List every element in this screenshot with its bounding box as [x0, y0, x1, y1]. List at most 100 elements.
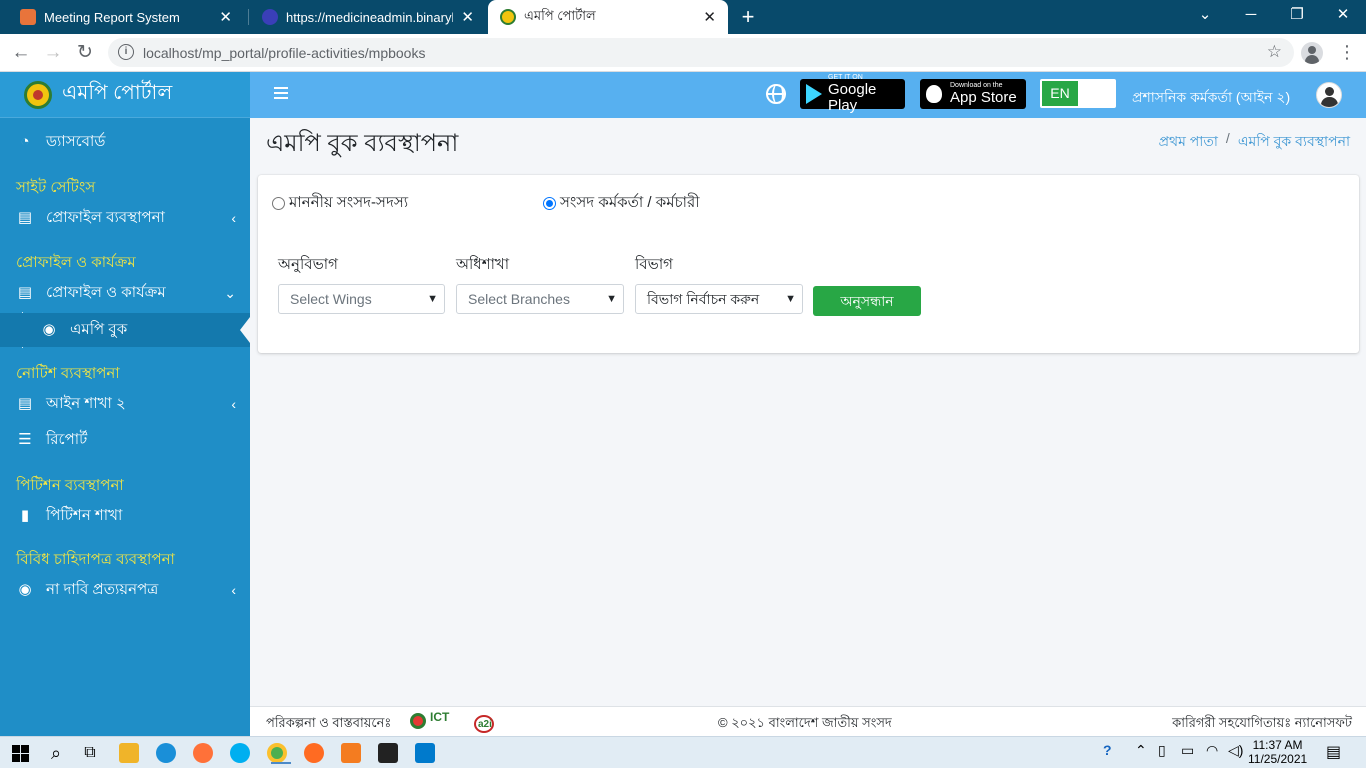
sidebar-heading-profile-activities: প্রোফাইল ও কার্যক্রম — [16, 254, 136, 271]
chevron-up-icon[interactable]: ⌃ — [1135, 742, 1147, 759]
device-icon[interactable]: ▯ — [1158, 742, 1166, 759]
search-icon[interactable]: ⌕ — [44, 741, 68, 765]
radio-option-staff[interactable]: সংসদ কর্মকর্তা / কর্মচারী — [543, 191, 700, 216]
sidebar-item-petition-branch[interactable]: ▮ পিটিশন শাখা — [0, 499, 250, 533]
browser-menu-icon[interactable]: ⋮ — [1338, 42, 1356, 64]
google-play-badge[interactable]: GET IT ON Google Play — [800, 74, 905, 114]
play-store-icon — [806, 84, 822, 104]
restore-button[interactable]: ❐ — [1274, 0, 1320, 34]
url-text[interactable]: localhost/mp_portal/profile-activities/m… — [143, 45, 425, 61]
tab-divider — [248, 9, 249, 25]
footer-tech-support: কারিগরী সহযোগিতায়ঃ ন্যানোসফট — [1172, 715, 1352, 730]
language-toggle[interactable]: EN — [1040, 79, 1116, 108]
tab-search-chevron-icon[interactable]: ⌄ — [1182, 0, 1228, 34]
url-omnibox[interactable]: i localhost/mp_portal/profile-activities… — [108, 38, 1294, 67]
dashboard-gauge-icon: ◔ — [20, 133, 30, 150]
help-icon[interactable]: ? — [1103, 742, 1112, 758]
sidebar-brand[interactable]: এমপি পোর্টাল — [0, 72, 250, 118]
parliament-logo-icon — [24, 80, 52, 109]
back-arrow-icon[interactable]: ← — [8, 40, 34, 66]
close-tab-icon[interactable]: ✕ — [703, 8, 716, 26]
sidebar-item-profile-management[interactable]: ▤ প্রোফাইল ব্যবস্থাপনা ‹ — [0, 201, 250, 235]
select-branches[interactable]: Select Branches ▼ — [456, 284, 624, 314]
sidebar-item-dashboard[interactable]: ◔ ড্যাসবোর্ড — [0, 125, 250, 159]
chevron-left-icon: ‹ — [231, 582, 236, 598]
sidebar-heading-site-settings: সাইট সেটিংস — [16, 179, 96, 196]
select-value: বিভাগ নির্বাচন করুন — [647, 291, 760, 307]
site-info-icon[interactable]: i — [118, 44, 134, 60]
firefox-icon[interactable] — [193, 743, 213, 763]
sidebar-item-label: প্রোফাইল ব্যবস্থাপনা — [46, 208, 165, 226]
file-explorer-icon[interactable] — [119, 743, 139, 763]
hamburger-menu-icon[interactable] — [274, 87, 288, 99]
user-avatar-icon[interactable] — [1316, 82, 1342, 108]
breadcrumb-separator: / — [1225, 130, 1230, 146]
sidebar-item-mp-book[interactable]: ◉ এমপি বুক — [0, 313, 250, 347]
reload-icon[interactable]: ↻ — [72, 40, 98, 66]
close-tab-icon[interactable]: ✕ — [219, 8, 232, 26]
select-wings[interactable]: Select Wings ▼ — [278, 284, 445, 314]
search-button[interactable]: অনুসন্ধান — [813, 286, 921, 316]
bookmark-star-icon[interactable]: ☆ — [1267, 42, 1282, 62]
chevron-down-icon: ▼ — [785, 293, 796, 305]
edge-browser-icon[interactable] — [156, 743, 176, 763]
app-store-badge[interactable]: Download on the App Store — [920, 79, 1026, 109]
select-value: Select Branches — [468, 291, 570, 307]
forward-arrow-icon[interactable]: → — [40, 40, 66, 66]
list-icon: ▤ — [17, 209, 33, 226]
terminal-icon[interactable] — [378, 743, 398, 763]
language-label: EN — [1042, 81, 1078, 106]
breadcrumb: প্রথম পাতা / এমপি বুক ব্যবস্থাপনা — [1159, 130, 1350, 154]
select-department[interactable]: বিভাগ নির্বাচন করুন ▼ — [635, 284, 803, 314]
clock-time: 11:37 AM — [1252, 738, 1303, 752]
sidebar-item-no-claim[interactable]: ◉ না দাবি প্রত্যয়নপত্র ‹ — [0, 573, 250, 607]
wifi-icon[interactable]: ◠ — [1206, 742, 1218, 759]
sidebar-item-profile-activities[interactable]: ▤ প্রোফাইল ও কার্যক্রম ⌄ — [0, 276, 250, 310]
close-window-button[interactable]: ✕ — [1320, 0, 1366, 34]
breadcrumb-home-link[interactable]: প্রথম পাতা — [1159, 130, 1218, 154]
sidebar-item-law-branch-2[interactable]: ▤ আইন শাখা ২ ‹ — [0, 387, 250, 421]
radio-button-selected[interactable] — [543, 197, 556, 210]
brand-name: এমপি পোর্টাল — [62, 82, 173, 104]
sidebar-item-report[interactable]: ☰ রিপোর্ট — [0, 423, 250, 457]
apple-icon — [926, 85, 942, 103]
notifications-icon[interactable]: ▤ — [1326, 742, 1341, 762]
browser-profile-icon[interactable] — [1301, 42, 1323, 64]
sidebar-heading-notice: নোটিশ ব্যবস্থাপনা — [16, 365, 120, 382]
mp-portal-favicon-icon — [500, 9, 516, 25]
minimize-button[interactable]: ─ — [1228, 0, 1274, 34]
radio-button[interactable] — [272, 197, 285, 210]
sidebar-item-label: আইন শাখা ২ — [46, 394, 126, 412]
task-view-icon[interactable]: ⧉ — [78, 741, 102, 765]
radio-option-mp[interactable]: মাননীয় সংসদ-সদস্য — [272, 191, 408, 216]
sidebar-item-label: পিটিশন শাখা — [46, 506, 123, 524]
radio-label: সংসদ কর্মকর্তা / কর্মচারী — [560, 194, 700, 211]
page-footer: পরিকল্পনা ও বাস্তবায়নেঃ ICT a2i © ২০২১ … — [250, 706, 1366, 736]
chrome-icon[interactable] — [267, 743, 291, 764]
windows-taskbar: ⌕ ⧉ ? ⌃ ▯ ▭ ◠ ◁) 11:37 AM 11/25/2021 ▤ — [0, 736, 1366, 768]
windows-start-icon[interactable] — [10, 741, 34, 765]
sidebar-heading-petition: পিটিশন ব্যবস্থাপনা — [16, 477, 124, 494]
user-name[interactable]: প্রশাসনিক কর্মকর্তা (আইন ২) — [1132, 86, 1290, 110]
list-icon: ▤ — [17, 284, 33, 301]
globe-icon[interactable] — [766, 84, 786, 104]
browser-tab-mp-portal[interactable]: এমপি পোর্টাল ✕ — [488, 0, 728, 34]
close-tab-icon[interactable]: ✕ — [461, 8, 474, 26]
browser-tab-medicine[interactable]: https://medicineadmin.binaryhub ✕ — [250, 0, 486, 34]
select-value: Select Wings — [290, 291, 372, 307]
new-tab-button[interactable]: + — [737, 4, 759, 30]
postman-icon[interactable] — [304, 743, 324, 763]
browser-tab-meeting[interactable]: Meeting Report System ✕ — [8, 0, 244, 34]
system-clock[interactable]: 11:37 AM 11/25/2021 — [1248, 738, 1307, 766]
label-department: বিভাগ — [635, 256, 673, 273]
xampp-icon[interactable] — [341, 743, 361, 763]
badge-big-text: Google Play — [828, 81, 877, 114]
battery-icon[interactable]: ▭ — [1181, 742, 1194, 759]
label-wing: অনুবিভাগ — [278, 256, 338, 273]
vscode-icon[interactable] — [415, 743, 435, 763]
ict-division-logo: ICT — [410, 710, 454, 732]
footer-copyright: © ২০২১ বাংলাদেশ জাতীয় সংসদ — [718, 715, 892, 730]
volume-icon[interactable]: ◁) — [1228, 742, 1243, 759]
clock-date: 11/25/2021 — [1248, 752, 1308, 766]
skype-icon[interactable] — [230, 743, 250, 763]
